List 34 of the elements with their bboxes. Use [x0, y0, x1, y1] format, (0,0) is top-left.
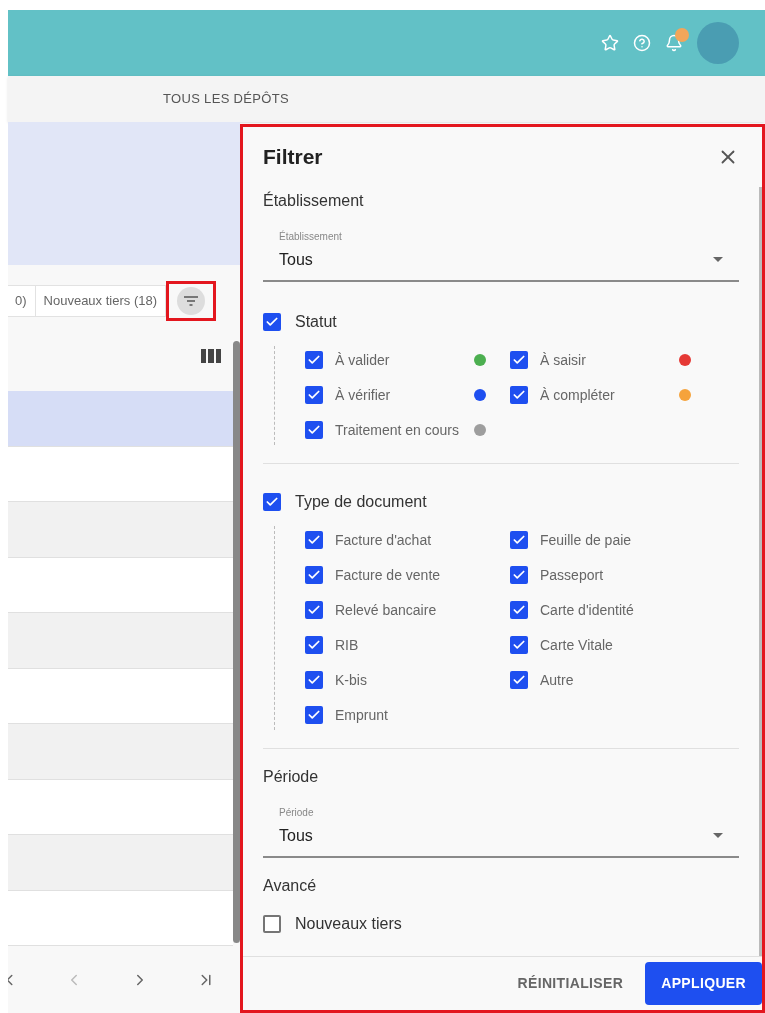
- panel-title: Filtrer: [263, 144, 323, 170]
- option-label: Autre: [540, 670, 574, 690]
- reset-button[interactable]: RÉINITIALISER: [513, 962, 628, 1005]
- section-heading: Période: [263, 766, 320, 787]
- field-label: Période: [279, 805, 315, 820]
- section-heading: Établissement: [263, 190, 365, 211]
- option-label: À vérifier: [335, 385, 391, 405]
- group-label: Statut: [295, 311, 337, 332]
- select-field[interactable]: Période Tous: [263, 800, 739, 858]
- option-label: K-bis: [335, 670, 367, 690]
- option-label: À saisir: [540, 350, 586, 370]
- option-label: RIB: [335, 635, 359, 655]
- option-label: Emprunt: [335, 705, 388, 725]
- group-label: Type de document: [295, 491, 427, 512]
- option-label: Facture d'achat: [335, 530, 432, 550]
- section-heading: Avancé: [263, 875, 318, 896]
- option-label: Nouveaux tiers: [295, 913, 402, 934]
- option-label: À compléter: [540, 385, 615, 405]
- option-label: Passeport: [540, 565, 604, 585]
- option-label: Carte Vitale: [540, 635, 613, 655]
- field-label: Établissement: [279, 229, 343, 244]
- option-label: Traitement en cours: [335, 420, 459, 440]
- option-label: Facture de vente: [335, 565, 441, 585]
- option-label: Feuille de paie: [540, 530, 632, 550]
- option-label: Relevé bancaire: [335, 600, 437, 620]
- option-label: Carte d'identité: [540, 600, 634, 620]
- field-value: Tous: [279, 249, 313, 270]
- select-field[interactable]: Établissement Tous: [263, 224, 739, 282]
- filter-chip[interactable]: Nouveaux tiers (18): [35, 286, 166, 316]
- apply-button[interactable]: APPLIQUER: [645, 962, 762, 1005]
- field-value: Tous: [279, 825, 313, 846]
- option-label: À valider: [335, 350, 390, 370]
- filter-chip[interactable]: 0): [8, 286, 36, 316]
- nav-tab[interactable]: TOUS LES DÉPÔTS: [163, 89, 289, 109]
